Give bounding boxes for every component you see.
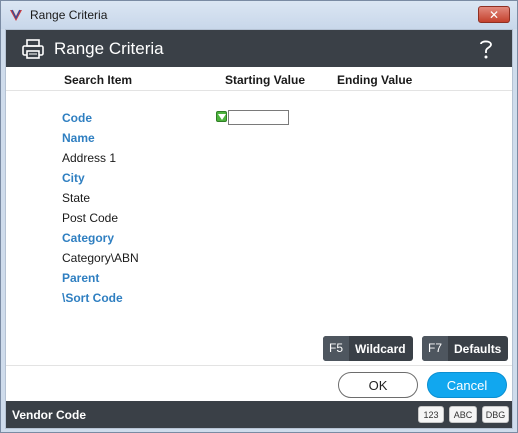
window-title: Range Criteria: [30, 8, 108, 22]
defaults-button[interactable]: F7 Defaults: [422, 336, 508, 361]
dialog-title: Range Criteria: [54, 38, 164, 58]
status-bar: Vendor Code 123 ABC DBG: [6, 401, 512, 428]
column-headers: Search Item Starting Value Ending Value: [6, 67, 512, 91]
app-logo-icon: [8, 7, 24, 23]
divider: [6, 365, 512, 366]
criteria-item[interactable]: \Sort Code: [62, 288, 123, 308]
wildcard-key: F5: [323, 336, 350, 361]
column-header-starting-value: Starting Value: [225, 73, 306, 87]
range-criteria-window: Range Criteria ✕ Range Criteria Search I…: [0, 0, 518, 433]
help-question-icon[interactable]: [478, 38, 494, 60]
criteria-item: Category\ABN: [62, 251, 139, 265]
column-header-ending-value: Ending Value: [337, 73, 413, 87]
criteria-item[interactable]: Code: [62, 108, 92, 128]
defaults-key: F7: [422, 336, 449, 361]
close-icon: ✕: [488, 7, 500, 22]
criteria-item[interactable]: Category: [62, 228, 114, 248]
title-bar: Range Criteria ✕: [1, 1, 517, 29]
criteria-item[interactable]: Name: [62, 128, 95, 148]
criteria-item: Address 1: [62, 151, 117, 165]
column-header-search-item: Search Item: [64, 73, 133, 87]
dialog-client-area: Range Criteria Search Item Starting Valu…: [5, 29, 513, 429]
code-starting-value-input[interactable]: [228, 110, 289, 125]
printer-icon: [22, 38, 44, 59]
wildcard-label: Wildcard: [355, 341, 406, 356]
criteria-item: Post Code: [62, 211, 119, 225]
cancel-button[interactable]: Cancel: [427, 372, 507, 398]
filter-dropdown-icon[interactable]: [216, 111, 227, 122]
criteria-item: State: [62, 191, 91, 205]
ok-button[interactable]: OK: [338, 372, 418, 398]
window-close-button[interactable]: ✕: [478, 6, 510, 23]
criteria-item[interactable]: Parent: [62, 268, 99, 288]
criteria-item[interactable]: City: [62, 168, 85, 188]
status-text: Vendor Code: [12, 407, 87, 422]
wildcard-button[interactable]: F5 Wildcard: [323, 336, 413, 361]
caps-indicator: ABC: [449, 406, 477, 423]
defaults-label: Defaults: [454, 341, 502, 356]
debug-indicator: DBG: [482, 406, 509, 423]
num-indicator: 123: [418, 406, 444, 423]
dialog-header: Range Criteria: [6, 30, 512, 67]
